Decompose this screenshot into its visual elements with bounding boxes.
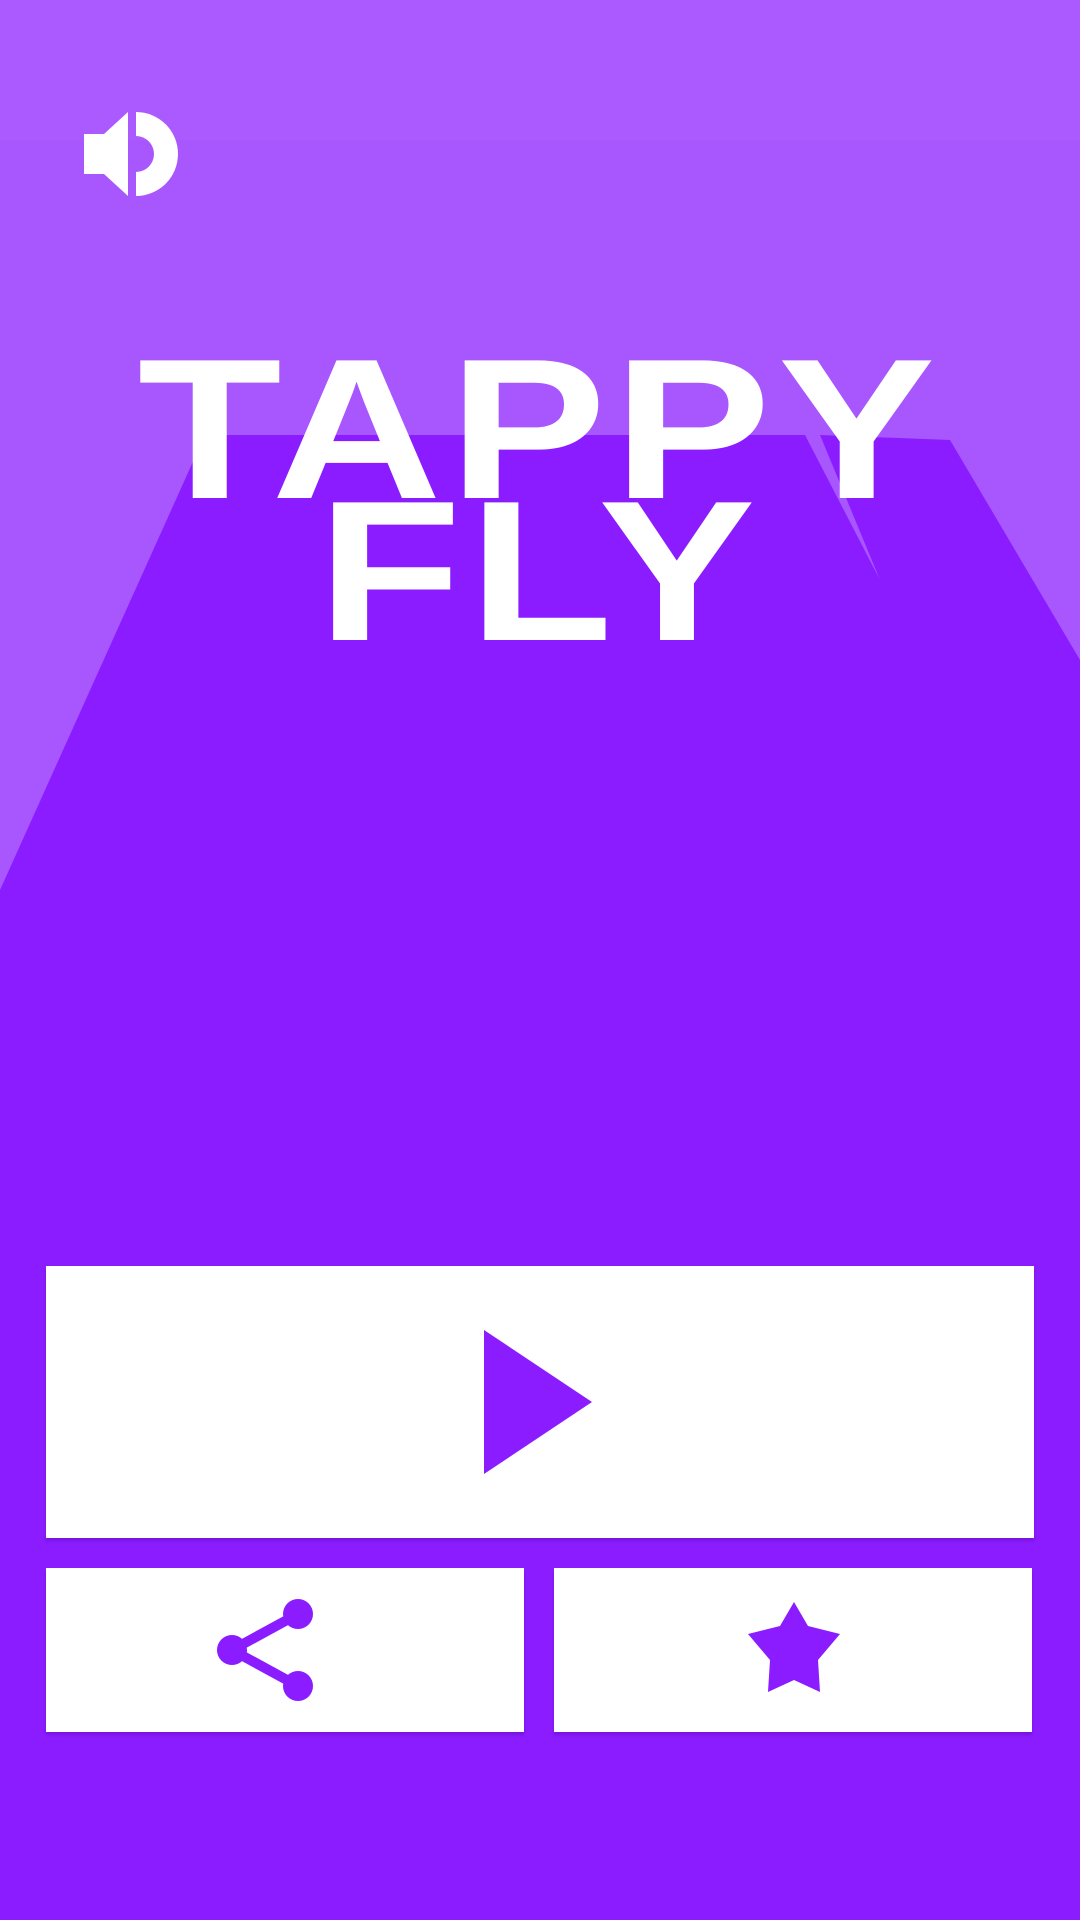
game-menu-screen: TAPPY FLY (0, 0, 1080, 1920)
share-button[interactable] (46, 1568, 524, 1732)
play-icon (484, 1330, 592, 1474)
sound-toggle-button[interactable] (80, 106, 180, 202)
star-icon (748, 1602, 840, 1692)
speaker-icon (84, 112, 178, 196)
share-icon (217, 1599, 313, 1701)
rate-button[interactable] (554, 1568, 1032, 1732)
game-title-line2: FLY (317, 460, 763, 683)
play-button[interactable] (46, 1266, 1034, 1538)
